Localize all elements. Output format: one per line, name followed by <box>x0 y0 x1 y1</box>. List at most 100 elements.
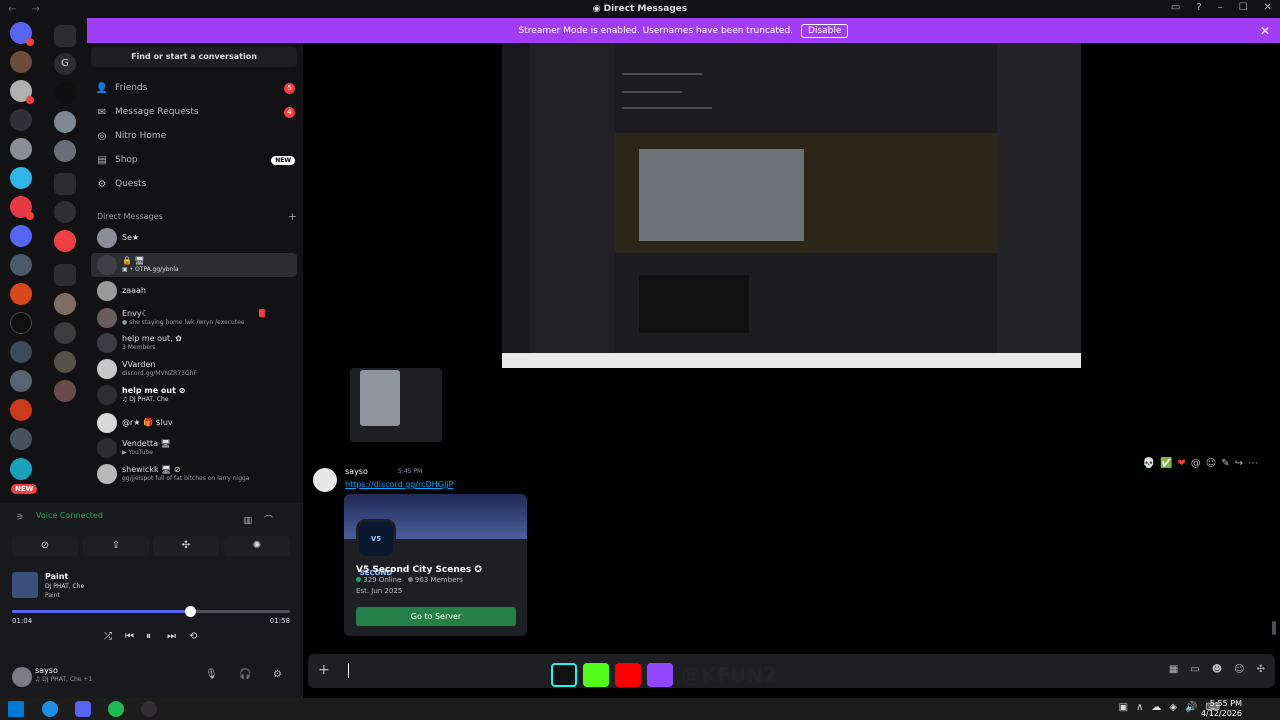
folder-icon[interactable] <box>54 264 76 286</box>
dm-item[interactable]: Vendetta 🖥 ▶ YouTube <box>91 436 297 460</box>
image-attachment[interactable] <box>350 368 442 442</box>
server-icon[interactable] <box>10 370 32 392</box>
folder-icon[interactable] <box>54 25 76 47</box>
repeat-icon[interactable]: ⟲ <box>189 631 197 642</box>
server-icon[interactable] <box>54 230 76 252</box>
volume-icon[interactable]: 🔊 <box>1185 702 1197 713</box>
apps-icon[interactable]: ✣ <box>1257 664 1265 675</box>
server-icon[interactable] <box>10 458 32 480</box>
minimize-button[interactable]: – <box>1218 2 1223 13</box>
nav-quests[interactable]: ⚙ Quests <box>95 175 295 193</box>
go-to-server-button[interactable]: Go to Server <box>356 607 516 626</box>
server-icon[interactable] <box>54 380 76 402</box>
dm-item[interactable]: Se★ <box>91 226 297 250</box>
sticker-icon[interactable]: ☻ <box>1212 664 1222 675</box>
pause-icon[interactable]: ⏸ <box>146 631 151 642</box>
settings-icon[interactable]: ⚙ <box>273 669 282 680</box>
edit-icon[interactable]: ✎ <box>1221 458 1229 469</box>
find-conversation-button[interactable]: Find or start a conversation <box>91 47 297 67</box>
server-icon[interactable] <box>10 254 32 276</box>
mention-icon[interactable]: @ <box>1191 458 1201 469</box>
windows-start-icon[interactable] <box>8 701 24 717</box>
server-icon[interactable]: G <box>54 53 76 75</box>
nav-friends[interactable]: 👤 Friends 5 <box>95 79 295 97</box>
server-icon[interactable] <box>54 322 76 344</box>
maximize-button[interactable]: ☐ <box>1239 2 1248 13</box>
screen-share-button[interactable]: ⇪ <box>83 536 149 556</box>
server-icon[interactable] <box>54 201 76 223</box>
edge-icon[interactable] <box>42 701 58 717</box>
server-icon[interactable] <box>10 225 32 247</box>
show-hidden-icons[interactable]: ∧ <box>1136 702 1143 713</box>
server-icon[interactable] <box>10 428 32 450</box>
help-icon[interactable]: ? <box>1196 2 1201 13</box>
system-clock[interactable]: 5:55 PM 4/12/2026 <box>1201 699 1242 719</box>
progress-knob[interactable] <box>184 606 196 617</box>
server-icon[interactable] <box>54 82 76 104</box>
gift-icon[interactable]: ▦ <box>1169 664 1178 675</box>
playback-progress[interactable] <box>12 606 290 617</box>
previous-icon[interactable]: ⏮ <box>125 631 134 642</box>
voice-connected-label[interactable]: Voice Connected <box>36 511 103 520</box>
dm-item[interactable]: shewickk 🖥 ⊘ gg/jjeispot full of fat bit… <box>91 462 297 486</box>
create-dm-icon[interactable]: + <box>288 210 297 223</box>
network-icon[interactable]: ◈ <box>1169 702 1177 713</box>
soundboard-button[interactable]: ✺ <box>224 536 290 556</box>
close-window-button[interactable]: ✕ <box>1264 2 1272 13</box>
close-banner-icon[interactable]: ✕ <box>1260 24 1270 38</box>
check-reaction-icon[interactable]: ✅ <box>1160 458 1172 469</box>
next-icon[interactable]: ⏭ <box>167 631 176 642</box>
activities-button[interactable]: ✣ <box>153 536 219 556</box>
discord-taskbar-icon[interactable] <box>75 701 91 717</box>
upload-icon[interactable]: + <box>318 662 330 678</box>
shuffle-icon[interactable]: ⤮ <box>104 631 112 642</box>
folder-icon[interactable] <box>54 173 76 195</box>
spotify-icon[interactable] <box>108 701 124 717</box>
server-icon[interactable] <box>54 140 76 162</box>
message-author[interactable]: sayso <box>345 467 368 476</box>
dm-item[interactable]: zaaah <box>91 279 297 303</box>
server-icon[interactable] <box>54 293 76 315</box>
scrollbar-thumb[interactable] <box>1272 621 1276 635</box>
dm-item[interactable]: help me out ⊘ ♫ DJ PHAT, Che <box>91 383 297 407</box>
dm-item[interactable]: Envy☾ ● she staying home lwk /wryn /exec… <box>91 306 297 330</box>
emoji-icon[interactable]: ☺ <box>1234 664 1244 675</box>
user-panel[interactable]: sayso ♫ DJ PHAT, Che +1 🎙 🎧 ⚙ <box>0 661 303 698</box>
keyboard-icon[interactable]: ▣ <box>1119 702 1128 713</box>
nav-nitro-home[interactable]: ◎ Nitro Home <box>95 127 295 145</box>
inbox-icon[interactable]: ▭ <box>1171 2 1180 13</box>
more-icon[interactable]: ⋯ <box>1248 458 1258 469</box>
headphones-icon[interactable]: 🎧 <box>239 669 251 680</box>
invite-link[interactable]: https://discord.gg/rcDHGJjP <box>345 480 453 489</box>
message-composer[interactable]: + ▦ ▭ ☻ ☺ ✣ <box>308 654 1275 688</box>
obs-icon[interactable] <box>141 701 157 717</box>
skull-reaction-icon[interactable]: 💀 <box>1142 458 1154 469</box>
message-avatar[interactable] <box>313 468 337 492</box>
disable-streamer-mode-button[interactable]: Disable <box>801 23 849 38</box>
dm-item[interactable]: @r★ 🎁 $luv <box>91 411 297 435</box>
server-icon[interactable] <box>10 312 32 334</box>
signal-icon[interactable]: ⚞ <box>16 513 24 523</box>
add-reaction-icon[interactable]: ☺ <box>1206 458 1216 469</box>
server-icon[interactable] <box>54 351 76 373</box>
server-icon[interactable] <box>10 399 32 421</box>
dm-item[interactable]: help me out, ✿ 3 Members <box>91 331 297 355</box>
server-icon[interactable] <box>10 167 32 189</box>
server-icon[interactable] <box>10 109 32 131</box>
camera-off-button[interactable]: ⊘ <box>12 536 78 556</box>
server-icon[interactable] <box>10 341 32 363</box>
server-icon[interactable] <box>54 111 76 133</box>
new-servers-pill[interactable]: NEW <box>11 484 38 494</box>
server-icon[interactable] <box>10 138 32 160</box>
cloud-icon[interactable]: ☁ <box>1151 702 1161 713</box>
microphone-icon[interactable]: 🎙 <box>205 669 218 680</box>
gif-icon[interactable]: ▭ <box>1190 664 1199 675</box>
dm-item[interactable]: 🔒 🖥 ▣ • OTPA.gg/ybnla <box>91 253 297 277</box>
server-icon[interactable] <box>10 283 32 305</box>
reply-icon[interactable]: ↪ <box>1235 458 1243 469</box>
heart-reaction-icon[interactable]: ❤ <box>1177 458 1185 469</box>
noise-icon[interactable]: ▥ <box>243 516 264 526</box>
dm-item[interactable]: VVarden discord.gg/MVNZR73GhF <box>91 357 297 381</box>
shared-screenshot-image[interactable] <box>502 43 1081 368</box>
nav-shop[interactable]: ▤ Shop NEW <box>95 151 295 169</box>
